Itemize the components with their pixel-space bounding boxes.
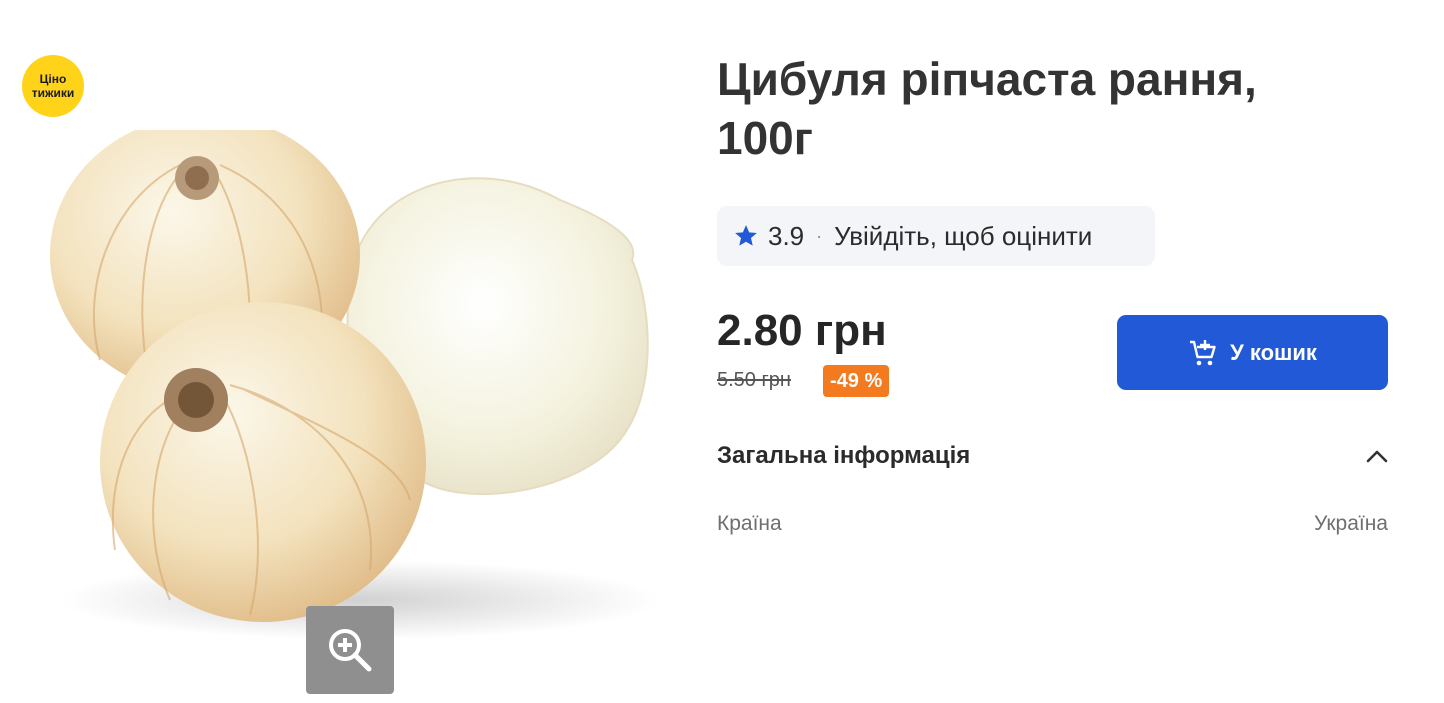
cart-add-icon <box>1190 339 1216 365</box>
discount-badge: -49 % <box>823 365 890 397</box>
zoom-in-icon <box>329 629 372 672</box>
current-price: 2.80 грн <box>717 306 887 355</box>
old-price: 5.50 грн <box>717 369 791 391</box>
general-info-title: Загальна інформація <box>717 442 971 469</box>
general-info-toggle[interactable]: Загальна інформація <box>717 436 1388 476</box>
product-title: Цибуля ріпчаста рання, 100г <box>717 53 1257 164</box>
chevron-up-icon <box>1366 450 1388 463</box>
info-row-country: Країна Україна <box>717 512 1388 536</box>
rating-separator: · <box>816 225 823 246</box>
rating-value: 3.9 <box>768 220 805 251</box>
zoom-button[interactable] <box>306 606 394 694</box>
info-row-value: Україна <box>1313 512 1388 535</box>
promo-badge: Ціно тижики <box>22 55 84 117</box>
add-to-cart-button[interactable]: У кошик <box>1117 315 1388 390</box>
rating-box: 3.9 · Увійдіть, щоб оцінити <box>717 206 1155 266</box>
rate-login-link[interactable]: Увійдіть, щоб оцінити <box>834 221 1092 252</box>
cart-button-label: У кошик <box>1230 339 1317 365</box>
star-icon <box>733 223 759 249</box>
info-row-label: Країна <box>717 512 782 535</box>
